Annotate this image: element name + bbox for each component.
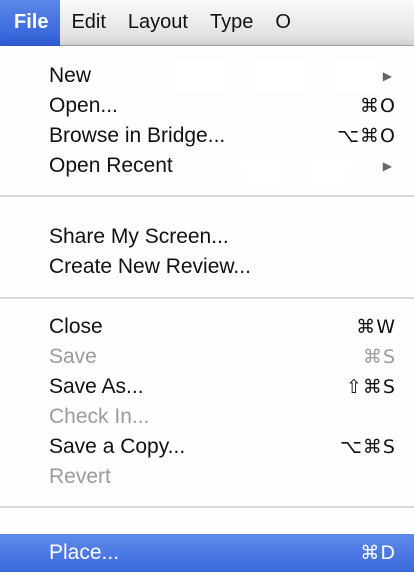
- menu-item-new[interactable]: New ▶: [0, 61, 414, 91]
- menu-item-shortcut: ⇧⌘S: [346, 376, 396, 398]
- menu-item-shortcut: ⌥⌘O: [337, 125, 396, 147]
- menu-item-label: Close: [49, 315, 103, 338]
- menu-separator: [0, 195, 414, 197]
- menu-item-label: Open...: [49, 94, 118, 117]
- menu-item-save: Save ⌘S: [0, 342, 414, 372]
- menu-item-label: Share My Screen...: [49, 225, 229, 248]
- triangle-right-icon: ▶: [382, 159, 392, 173]
- menu-item-label: Check In...: [49, 405, 150, 428]
- menubar-type[interactable]: Type: [199, 0, 264, 46]
- menu-item-check-in: Check In...: [0, 402, 414, 432]
- menu-item-shortcut: ⌘S: [362, 346, 396, 368]
- menu-item-shortcut: ⌥⌘S: [340, 436, 396, 458]
- menubar-layout[interactable]: Layout: [117, 0, 199, 46]
- menu-item-save-as[interactable]: Save As... ⇧⌘S: [0, 372, 414, 402]
- menu-separator: [0, 506, 414, 508]
- menubar-edit[interactable]: Edit: [60, 0, 116, 46]
- menu-item-open-recent[interactable]: Open Recent ▶: [0, 151, 414, 181]
- menu-item-create-new-review[interactable]: Create New Review...: [0, 252, 414, 282]
- menu-item-label: New: [49, 64, 92, 87]
- menu-item-browse-in-bridge[interactable]: Browse in Bridge... ⌥⌘O: [0, 121, 414, 151]
- menu-item-label: Place...: [49, 541, 120, 564]
- menu-item-label: Save: [49, 345, 97, 368]
- menubar-object-truncated[interactable]: O: [264, 0, 302, 46]
- menu-item-share-my-screen[interactable]: Share My Screen...: [0, 222, 414, 252]
- menu-item-label: Save As...: [49, 375, 144, 398]
- menu-item-label: Create New Review...: [49, 255, 251, 278]
- menu-item-shortcut: ⌘D: [360, 542, 396, 564]
- menu-item-label: Open Recent: [49, 154, 173, 177]
- menu-item-label: Save a Copy...: [49, 435, 186, 458]
- menu-item-label: Browse in Bridge...: [49, 124, 226, 147]
- menubar-file[interactable]: File: [0, 0, 61, 46]
- menu-separator: [0, 297, 414, 299]
- file-menu-dropdown: New ▶ Open... ⌘O Browse in Bridge... ⌥⌘O…: [0, 46, 414, 575]
- menu-item-save-a-copy[interactable]: Save a Copy... ⌥⌘S: [0, 432, 414, 462]
- menu-bar: File Edit Layout Type O: [0, 0, 414, 46]
- menu-item-place[interactable]: Place... ⌘D: [0, 534, 414, 572]
- menu-item-revert: Revert: [0, 462, 414, 492]
- menu-item-label: Revert: [49, 465, 111, 488]
- menu-item-close[interactable]: Close ⌘W: [0, 312, 414, 342]
- menu-item-open[interactable]: Open... ⌘O: [0, 91, 414, 121]
- triangle-right-icon: ▶: [382, 69, 392, 83]
- menu-item-shortcut: ⌘O: [360, 95, 396, 117]
- menu-item-shortcut: ⌘W: [356, 316, 396, 338]
